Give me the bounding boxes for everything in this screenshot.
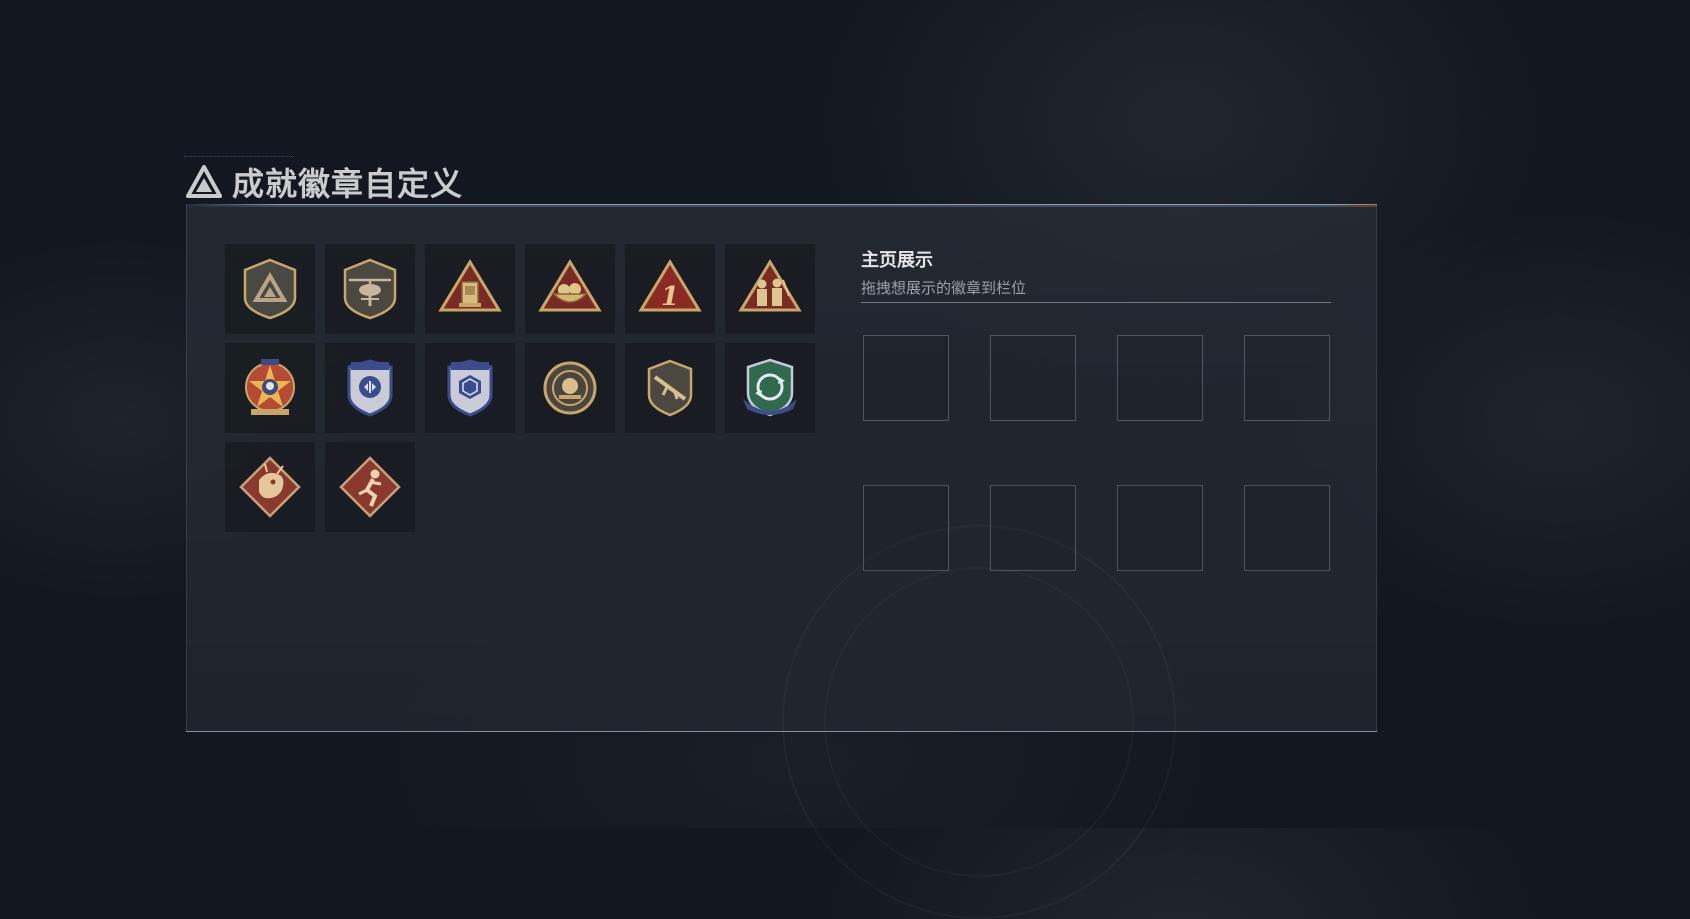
panel-bottom-border xyxy=(186,731,1377,732)
lantern-icon xyxy=(438,259,502,312)
delta-logo-icon xyxy=(186,165,222,198)
showcase-slot-5[interactable] xyxy=(863,485,949,571)
badge-slot[interactable] xyxy=(225,343,315,433)
showcase-slot-6[interactable] xyxy=(990,485,1076,571)
number-one-icon: 1 xyxy=(638,259,702,312)
showcase-slots xyxy=(863,335,1330,571)
page-header: 成就徽章自定义 xyxy=(186,160,463,204)
showcase-slot-4[interactable] xyxy=(1244,335,1330,421)
star-skull-icon xyxy=(245,359,295,415)
badge-slot[interactable] xyxy=(525,244,615,334)
green-arrows-icon xyxy=(743,358,797,417)
svg-text:1: 1 xyxy=(661,282,679,312)
badge-slot[interactable] xyxy=(425,343,515,433)
badge-slot[interactable] xyxy=(325,343,415,433)
showcase-title: 主页展示 xyxy=(861,250,933,271)
badge-slot[interactable] xyxy=(225,244,315,334)
badge-slot[interactable]: 1 xyxy=(625,244,715,334)
showcase-slot-8[interactable] xyxy=(1244,485,1330,571)
runner-icon xyxy=(339,456,401,518)
blue-wings-icon xyxy=(347,359,393,417)
badge-grid: 1 xyxy=(225,244,815,532)
badge-slot[interactable] xyxy=(425,244,515,334)
blue-gem-icon xyxy=(447,359,493,417)
showcase-slot-1[interactable] xyxy=(863,335,949,421)
bowl-icon xyxy=(538,259,602,312)
badge-slot[interactable] xyxy=(525,343,615,433)
showcase-slot-7[interactable] xyxy=(1117,485,1203,571)
showcase-subtitle: 拖拽想展示的徽章到栏位 xyxy=(861,279,1027,297)
dragon-icon xyxy=(239,456,301,518)
rifle-icon xyxy=(647,359,693,417)
showcase-slot-3[interactable] xyxy=(1117,335,1203,421)
showcase-slot-2[interactable] xyxy=(990,335,1076,421)
orb-icon xyxy=(543,361,597,415)
badge-slot[interactable] xyxy=(625,343,715,433)
badge-slot[interactable] xyxy=(325,442,415,532)
watermark-emblem xyxy=(782,525,1176,919)
delta-shield-icon xyxy=(243,258,297,320)
page-title: 成就徽章自定义 xyxy=(232,165,464,203)
badge-slot[interactable] xyxy=(225,442,315,532)
divider xyxy=(861,302,1331,303)
soldiers-icon xyxy=(738,259,802,312)
badge-slot[interactable] xyxy=(725,343,815,433)
helicopter-icon xyxy=(343,258,397,320)
badge-slot[interactable] xyxy=(325,244,415,334)
badge-slot[interactable] xyxy=(725,244,815,334)
showcase-header: 主页展示 拖拽想展示的徽章到栏位 xyxy=(861,246,1331,298)
